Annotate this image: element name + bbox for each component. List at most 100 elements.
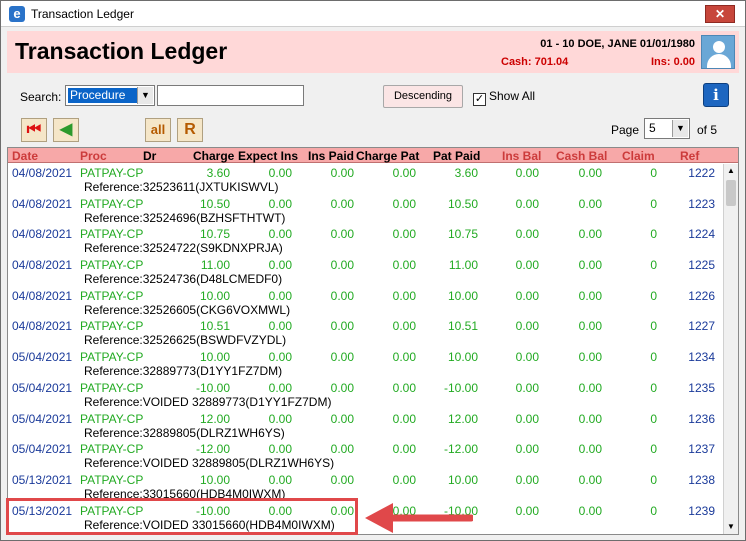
cell-ins-bal: 0.00 <box>515 166 539 180</box>
highlight-box <box>6 498 358 535</box>
back-button[interactable]: ◀ <box>53 118 79 142</box>
cell-ins-paid: 0.00 <box>330 196 354 211</box>
cell-charge: -10.00 <box>195 380 230 395</box>
search-field-value: Procedure <box>68 88 138 103</box>
show-all-toggle[interactable]: ✓ Show All <box>473 89 535 106</box>
cell-cash-bal: 0.00 <box>578 411 602 426</box>
col-charge[interactable]: Charge <box>193 149 234 163</box>
chevron-down-icon[interactable]: ▼ <box>137 87 153 104</box>
col-expect-ins[interactable]: Expect Ins <box>238 149 298 163</box>
cell-pat-paid: 10.75 <box>447 227 478 242</box>
cell-charge: 10.00 <box>199 288 230 303</box>
cell-cash-bal: 0.00 <box>578 380 602 395</box>
table-row[interactable]: 04/08/2021 PATPAY-CP 10.50 0.00 0.00 0.0… <box>8 195 723 226</box>
scroll-down-icon[interactable]: ▼ <box>724 520 738 534</box>
col-dr[interactable]: Dr <box>143 149 156 163</box>
cell-claim: 0 <box>650 411 657 426</box>
first-page-button[interactable]: ⏮ <box>21 118 47 142</box>
col-date[interactable]: Date <box>12 149 38 163</box>
search-input[interactable] <box>157 85 304 106</box>
cell-cash-bal: 0.00 <box>578 319 602 334</box>
table-row[interactable]: 04/08/2021 PATPAY-CP 10.75 0.00 0.00 0.0… <box>8 225 723 256</box>
col-claim[interactable]: Claim <box>622 149 655 163</box>
cell-claim: 0 <box>650 350 657 365</box>
arrow-left-icon: ◀ <box>59 121 73 138</box>
cell-charge-pat: 0.00 <box>392 380 416 395</box>
table-row[interactable]: 04/08/2021 PATPAY-CP 10.51 0.00 0.00 0.0… <box>8 317 723 348</box>
show-all-label: Show All <box>489 89 536 103</box>
cell-cash-bal: 0.00 <box>578 166 602 180</box>
cell-date: 05/04/2021 <box>12 442 73 457</box>
cell-reference: Reference:32526605(CKG6VOXMWL) <box>84 302 291 317</box>
window-title: Transaction Ledger <box>31 7 134 21</box>
descending-button[interactable]: Descending <box>383 85 463 108</box>
scroll-up-icon[interactable]: ▲ <box>724 164 738 178</box>
all-button[interactable]: all <box>145 118 171 142</box>
col-pat-paid[interactable]: Pat Paid <box>433 149 480 163</box>
cell-date: 05/13/2021 <box>12 472 73 487</box>
cell-cash-bal: 0.00 <box>578 442 602 457</box>
r-button[interactable]: R <box>177 118 203 142</box>
search-field-select[interactable]: Procedure ▼ <box>65 85 155 106</box>
cell-ref: 1236 <box>688 411 715 426</box>
cell-reference: Reference:32524722(S9KDNXPRJA) <box>84 241 283 256</box>
cell-expect-ins: 0.00 <box>268 288 292 303</box>
page-select[interactable]: 5 ▼ <box>644 118 690 139</box>
chevron-down-icon[interactable]: ▼ <box>672 120 688 137</box>
cell-charge: 10.51 <box>199 319 230 334</box>
cell-ref: 1238 <box>688 472 715 487</box>
table-row[interactable]: 05/04/2021 PATPAY-CP 12.00 0.00 0.00 0.0… <box>8 410 723 441</box>
cell-claim: 0 <box>650 472 657 487</box>
table-row[interactable]: 05/04/2021 PATPAY-CP -10.00 0.00 0.00 0.… <box>8 379 723 410</box>
col-ref[interactable]: Ref <box>680 149 699 163</box>
col-cash-bal[interactable]: Cash Bal <box>556 149 607 163</box>
ins-balance: Ins: 0.00 <box>650 56 695 68</box>
cell-pat-paid: 10.51 <box>447 319 478 334</box>
cell-charge: 3.60 <box>206 166 230 180</box>
table-header: Date Proc Dr Charge Expect Ins Ins Paid … <box>8 148 738 163</box>
info-icon[interactable]: i <box>703 83 729 107</box>
cell-pat-paid: 3.60 <box>454 166 478 180</box>
cell-date: 05/04/2021 <box>12 380 73 395</box>
col-charge-pat[interactable]: Charge Pat <box>356 149 419 163</box>
cell-reference: Reference:32526625(BSWDFVZYDL) <box>84 333 287 348</box>
cell-ins-bal: 0.00 <box>515 411 539 426</box>
col-ins-paid[interactable]: Ins Paid <box>308 149 354 163</box>
patient-avatar[interactable] <box>701 35 735 69</box>
table-row[interactable]: 05/13/2021 PATPAY-CP 10.00 0.00 0.00 0.0… <box>8 471 723 502</box>
cell-charge: 11.00 <box>200 258 230 273</box>
cell-ref: 1227 <box>688 319 715 334</box>
vertical-scrollbar[interactable]: ▲ ▼ <box>723 164 738 534</box>
col-proc[interactable]: Proc <box>80 149 107 163</box>
cell-charge-pat: 0.00 <box>392 411 416 426</box>
close-button[interactable]: ✕ <box>705 5 735 23</box>
cell-date: 05/04/2021 <box>12 350 73 365</box>
table-row[interactable]: 05/04/2021 PATPAY-CP -12.00 0.00 0.00 0.… <box>8 440 723 471</box>
cell-proc: PATPAY-CP <box>80 442 144 457</box>
cell-charge-pat: 0.00 <box>392 442 416 457</box>
cell-charge-pat: 0.00 <box>392 227 416 242</box>
cell-ins-paid: 0.00 <box>330 380 354 395</box>
table-row[interactable]: 05/04/2021 PATPAY-CP 10.00 0.00 0.00 0.0… <box>8 348 723 379</box>
cell-proc: PATPAY-CP <box>80 258 144 273</box>
cell-expect-ins: 0.00 <box>268 319 292 334</box>
page-total: of 5 <box>697 123 718 137</box>
toolbar: ⏮ ◀ all R Page 5 ▼ of 5 <box>7 115 739 147</box>
col-ins-bal[interactable]: Ins Bal <box>502 149 541 163</box>
cell-ins-paid: 0.00 <box>330 442 354 457</box>
table-row[interactable]: 04/08/2021 PATPAY-CP 10.00 0.00 0.00 0.0… <box>8 287 723 318</box>
cell-proc: PATPAY-CP <box>80 380 144 395</box>
app-icon: e <box>9 6 25 22</box>
cell-pat-paid: 12.00 <box>447 411 478 426</box>
cell-reference: Reference:32523611(JXTUKISWVL) <box>84 180 279 194</box>
table-row[interactable]: 04/08/2021 PATPAY-CP 3.60 0.00 0.00 0.00… <box>8 164 723 195</box>
cell-proc: PATPAY-CP <box>80 411 144 426</box>
cell-ins-bal: 0.00 <box>515 288 539 303</box>
table-row[interactable]: 04/08/2021 PATPAY-CP 11.00 0.00 0.00 0.0… <box>8 256 723 287</box>
cell-pat-paid: 11.00 <box>448 258 478 273</box>
cell-claim: 0 <box>650 380 657 395</box>
show-all-checkbox[interactable]: ✓ <box>473 93 486 106</box>
scroll-thumb[interactable] <box>726 180 736 206</box>
cell-ins-bal: 0.00 <box>515 380 539 395</box>
cell-date: 05/04/2021 <box>12 411 73 426</box>
